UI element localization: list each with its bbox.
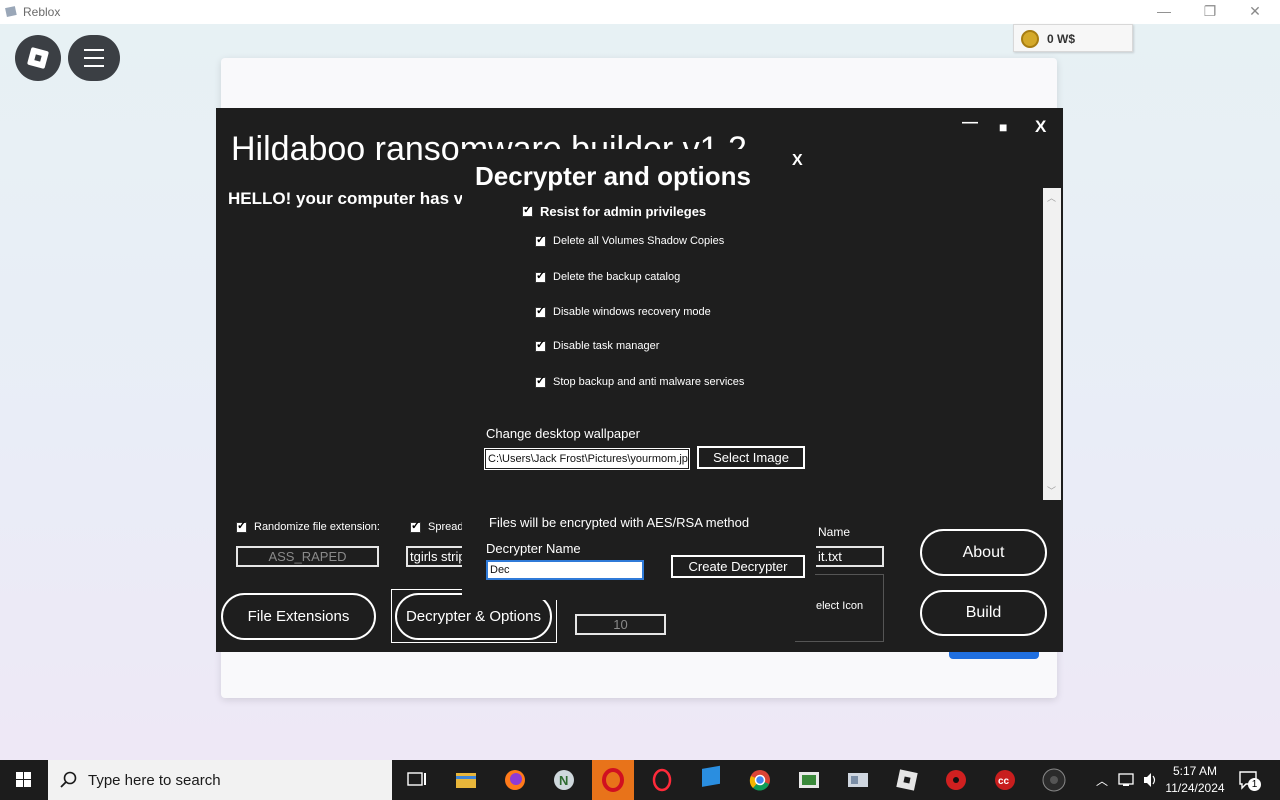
wallpaper-path-input[interactable]: C:\Users\Jack Frost\Pictures\yourmom.jpg [484, 448, 690, 470]
notepad-plus-icon[interactable]: N [543, 764, 585, 796]
builder-maximize-button[interactable]: ■ [999, 119, 1007, 135]
roblox-menu-button[interactable] [68, 35, 120, 81]
svg-text:N: N [559, 773, 568, 788]
name-input[interactable]: it.txt [816, 546, 884, 567]
window-title: Reblox [23, 5, 61, 19]
select-icon-label: elect Icon [816, 600, 864, 612]
select-image-button[interactable]: Select Image [697, 446, 805, 469]
decrypter-options-dialog: Decrypter and options X Resist for admin… [462, 149, 815, 600]
shadow-copies-label: Delete all Volumes Shadow Copies [553, 235, 725, 247]
wallpaper-label: Change desktop wallpaper [486, 426, 640, 441]
notification-count: 1 [1248, 778, 1261, 791]
backup-catalog-checkbox[interactable] [535, 269, 546, 283]
resist-admin-label: Resist for admin privileges [540, 204, 707, 219]
file-explorer-icon[interactable] [445, 764, 487, 796]
scroll-up-icon[interactable]: ︿ [1047, 191, 1056, 204]
recovery-mode-label: Disable windows recovery mode [553, 306, 711, 318]
volume-icon[interactable] [1142, 772, 1160, 788]
task-view-icon[interactable] [395, 764, 437, 796]
ransom-message: HELLO! your computer has va [228, 189, 473, 208]
shadow-copies-checkbox[interactable] [535, 233, 546, 247]
about-button[interactable]: About [920, 529, 1047, 576]
taskbar-search-box[interactable]: Type here to search [48, 760, 392, 800]
roblox-logo-button[interactable] [15, 35, 61, 81]
windows-logo-icon [16, 772, 31, 787]
stop-services-label: Stop backup and anti malware services [553, 376, 745, 388]
builder-scrollbar[interactable]: ︿ ﹀ [1043, 188, 1061, 500]
opera-icon[interactable] [592, 760, 634, 800]
task-manager-label: Disable task manager [553, 340, 660, 352]
robux-balance[interactable]: 0 W$ [1013, 24, 1133, 52]
minimize-window-button[interactable]: — [1141, 0, 1187, 24]
encryption-note: Files will be encrypted with AES/RSA met… [489, 515, 750, 530]
extension-input[interactable]: ASS_RAPED [236, 546, 379, 567]
dialog-title: Decrypter and options [475, 161, 751, 191]
control-panel-icon[interactable] [837, 764, 879, 796]
obs-icon[interactable] [1033, 764, 1075, 796]
create-decrypter-button[interactable]: Create Decrypter [671, 555, 805, 578]
name-label: Name [818, 525, 851, 539]
decrypter-name-label: Decrypter Name [486, 541, 581, 556]
start-button[interactable] [0, 760, 48, 800]
decrypter-options-button[interactable]: Decrypter & Options [395, 593, 552, 640]
resist-admin-checkbox[interactable] [522, 203, 533, 217]
randomize-extension-checkbox[interactable] [236, 519, 247, 533]
clock-date: 11/24/2024 [1165, 781, 1225, 795]
show-hidden-icons-button[interactable]: ︿ [1096, 772, 1108, 789]
radiation-app-icon[interactable] [935, 764, 977, 796]
spread-checkbox[interactable] [410, 519, 421, 533]
notification-center-button[interactable]: 1 [1236, 768, 1261, 792]
svg-text:cc: cc [998, 776, 1010, 787]
chrome-icon[interactable] [739, 764, 781, 796]
randomize-extension-label: Randomize file extension: [254, 521, 380, 533]
roblox-titlebar: Reblox — ❐ ✕ [0, 0, 1280, 24]
clock-time: 5:17 AM [1172, 764, 1218, 778]
hamburger-icon [84, 49, 104, 67]
close-window-button[interactable]: ✕ [1232, 0, 1278, 24]
network-icon[interactable] [1118, 772, 1136, 788]
cc-app-icon[interactable]: cc [984, 764, 1026, 796]
roblox-logo-icon [27, 47, 49, 69]
recovery-mode-checkbox[interactable] [535, 304, 546, 318]
roblox-app-icon [5, 6, 17, 17]
robux-amount: 0 W$ [1047, 32, 1076, 46]
firefox-icon[interactable] [494, 764, 536, 796]
vm-app-icon[interactable] [788, 764, 830, 796]
backup-catalog-label: Delete the backup catalog [553, 271, 681, 283]
search-placeholder: Type here to search [88, 772, 221, 789]
builder-minimize-button[interactable]: — [962, 114, 978, 132]
spread-label: Spread [428, 521, 464, 533]
search-icon [60, 771, 77, 788]
restore-window-button[interactable]: ❐ [1187, 0, 1233, 24]
count-input[interactable]: 10 [575, 614, 666, 635]
roblox-taskbar-icon[interactable] [886, 764, 928, 796]
decrypter-name-input[interactable]: Dec [486, 560, 644, 580]
spread-input[interactable]: tgirls strip [406, 546, 466, 567]
opera-gx-icon[interactable] [641, 764, 683, 796]
builder-close-button[interactable]: X [1035, 117, 1046, 137]
robux-coin-icon [1021, 30, 1039, 48]
dialog-close-button[interactable]: X [792, 152, 803, 170]
windows-taskbar: Type here to search N cc ︿ 5:17 AM 11/24… [0, 760, 1280, 800]
paint-app-icon[interactable] [690, 764, 732, 796]
taskbar-clock[interactable]: 5:17 AM 11/24/2024 [1160, 763, 1230, 797]
task-manager-checkbox[interactable] [535, 338, 546, 352]
file-extensions-button[interactable]: File Extensions [221, 593, 376, 640]
build-button[interactable]: Build [920, 590, 1047, 636]
scroll-down-icon[interactable]: ﹀ [1047, 484, 1056, 497]
stop-services-checkbox[interactable] [535, 374, 546, 388]
